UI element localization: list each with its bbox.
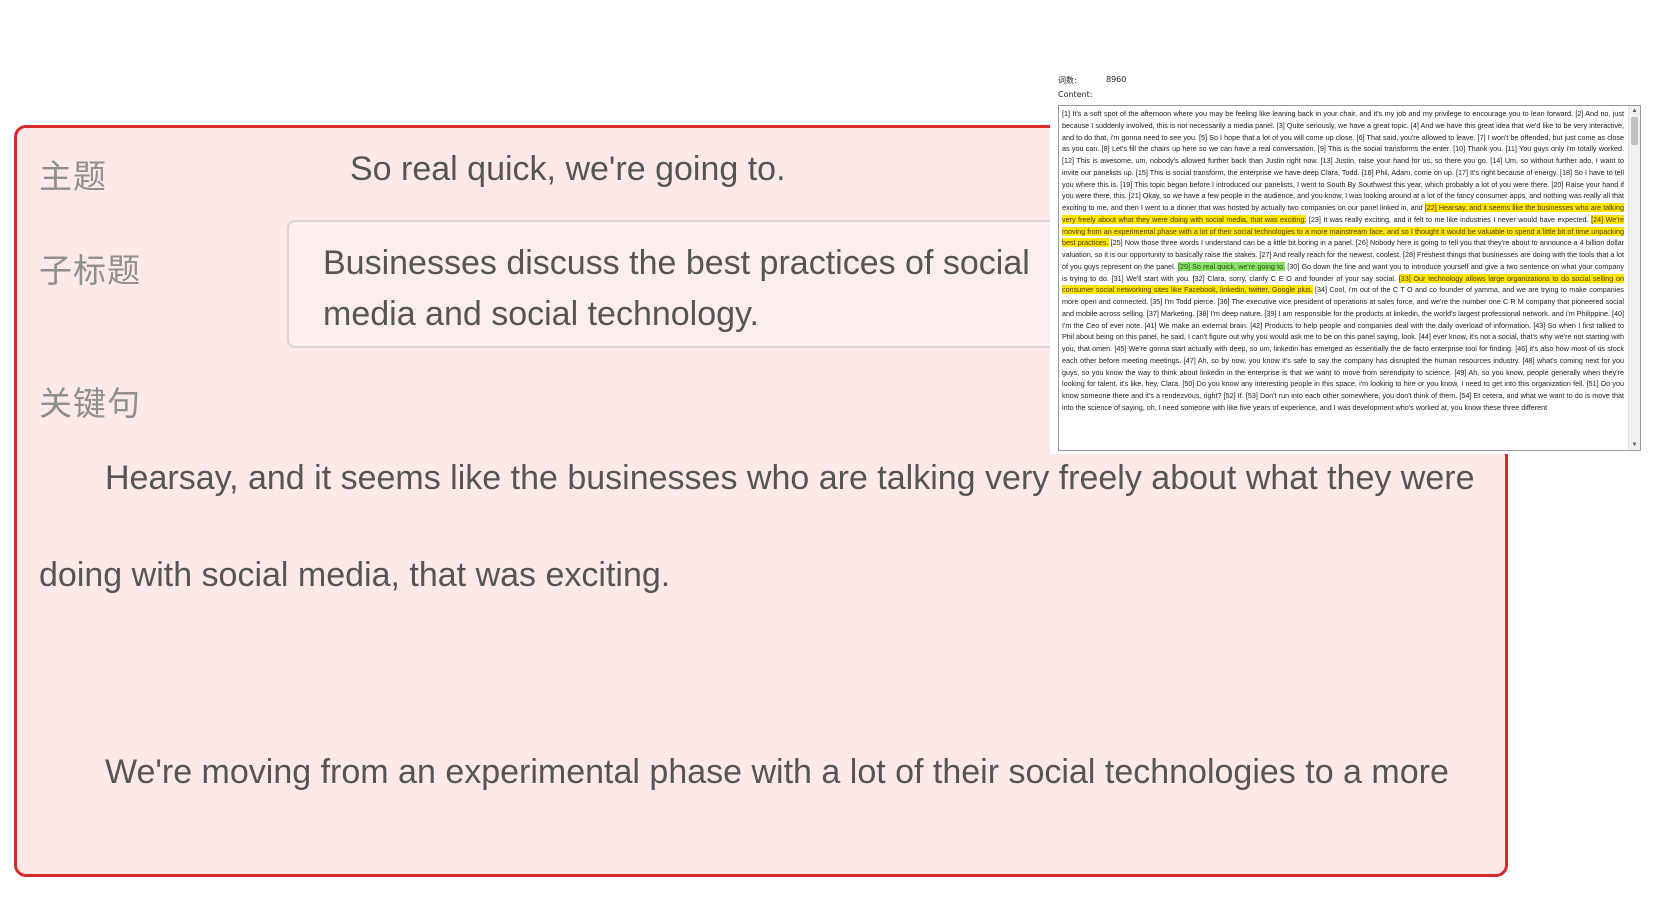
content-label: Content:: [1058, 90, 1093, 99]
vertical-scrollbar[interactable]: ▲ ▼: [1628, 106, 1640, 450]
subtitle-label: 子标题: [39, 251, 141, 290]
topic-value: So real quick, we're going to.: [350, 150, 786, 188]
scroll-up-icon[interactable]: ▲: [1629, 106, 1640, 116]
transcript-text: [23] It was really exciting, and it felt…: [1306, 214, 1592, 224]
content-textarea[interactable]: [1] It's a soft spot of the afternoon wh…: [1058, 105, 1641, 451]
content-text: [1] It's a soft spot of the afternoon wh…: [1062, 108, 1624, 414]
topic-sentence-highlight: [29] So real quick, we're going to.: [1177, 261, 1286, 271]
key-sentences-label: 关键句: [39, 384, 141, 423]
word-count-value: 8960: [1106, 75, 1127, 84]
scroll-down-icon[interactable]: ▼: [1629, 440, 1640, 450]
word-count-label: 词数:: [1058, 76, 1077, 85]
transcript-text: [1] It's a soft spot of the afternoon wh…: [1062, 109, 1624, 212]
key-sentence: Hearsay, and it seems like the businesse…: [39, 459, 1475, 594]
key-sentence: We're moving from an experimental phase …: [105, 753, 1449, 791]
document-view: 词数: 8960 Content: [1] It's a soft spot o…: [1050, 64, 1644, 454]
transcript-text: [34] Cool, i'm out of the C T O and co f…: [1062, 285, 1624, 412]
subtitle-value: Businesses discuss the best practices of…: [323, 244, 1030, 333]
scroll-thumb[interactable]: [1631, 117, 1638, 145]
topic-label: 主题: [39, 157, 107, 196]
